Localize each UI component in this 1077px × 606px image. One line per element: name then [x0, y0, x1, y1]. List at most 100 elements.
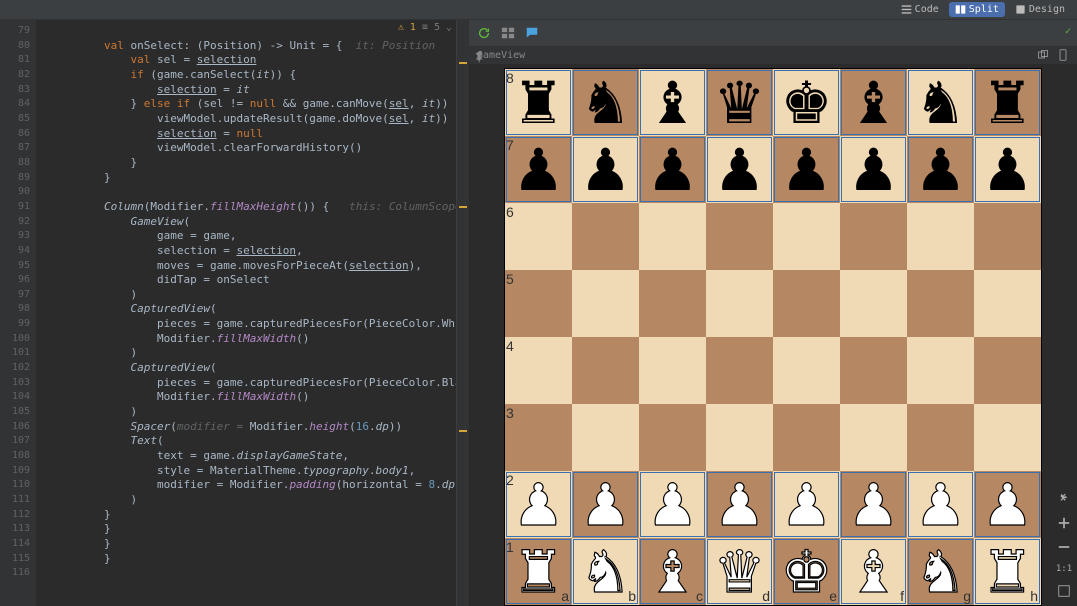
square-b1[interactable]: b♞ [572, 538, 639, 605]
piece-wP[interactable]: ♟ [915, 476, 967, 534]
piece-wB[interactable]: ♝ [848, 543, 900, 601]
preview-canvas[interactable]: 8♜♞♝♛♚♝♞♜7♟♟♟♟♟♟♟♟65432♟♟♟♟♟♟♟♟1a♜b♞c♝d♛… [469, 64, 1077, 606]
inspection-badges[interactable]: ⚠ 1 ≡ 5 ⌄ [398, 22, 452, 33]
square-f7[interactable]: ♟ [840, 136, 907, 203]
square-e8[interactable]: ♚ [773, 69, 840, 136]
square-e1[interactable]: e♚ [773, 538, 840, 605]
square-f4[interactable] [840, 337, 907, 404]
square-e4[interactable] [773, 337, 840, 404]
square-f2[interactable]: ♟ [840, 471, 907, 538]
square-a7[interactable]: 7♟ [505, 136, 572, 203]
square-a4[interactable]: 4 [505, 337, 572, 404]
square-b4[interactable] [572, 337, 639, 404]
piece-bB[interactable]: ♝ [848, 74, 900, 132]
code-area[interactable]: val onSelect: (Position) -> Unit = { it:… [36, 20, 468, 606]
square-b7[interactable]: ♟ [572, 136, 639, 203]
code-editor[interactable]: 79 80 81 82 83 84 85 86 87 88 89 90 91 9… [0, 20, 469, 606]
view-mode-code[interactable]: Code [895, 2, 945, 17]
piece-wP[interactable]: ♟ [647, 476, 699, 534]
square-h5[interactable] [974, 270, 1041, 337]
square-g8[interactable]: ♞ [907, 69, 974, 136]
square-h4[interactable] [974, 337, 1041, 404]
piece-bQ[interactable]: ♛ [714, 74, 766, 132]
view-mode-split[interactable]: Split [949, 2, 1005, 17]
chess-board[interactable]: 8♜♞♝♛♚♝♞♜7♟♟♟♟♟♟♟♟65432♟♟♟♟♟♟♟♟1a♜b♞c♝d♛… [504, 68, 1042, 606]
chat-icon[interactable] [525, 26, 539, 40]
detach-icon[interactable] [1037, 49, 1049, 61]
piece-wN[interactable]: ♞ [580, 543, 632, 601]
square-a5[interactable]: 5 [505, 270, 572, 337]
square-e2[interactable]: ♟ [773, 471, 840, 538]
chevron-down-icon[interactable]: ⌄ [446, 22, 452, 33]
piece-wR[interactable]: ♜ [513, 543, 565, 601]
square-f1[interactable]: f♝ [840, 538, 907, 605]
zoom-in-icon[interactable] [1057, 516, 1071, 530]
piece-wP[interactable]: ♟ [781, 476, 833, 534]
square-b2[interactable]: ♟ [572, 471, 639, 538]
piece-bR[interactable]: ♜ [513, 74, 565, 132]
piece-bP[interactable]: ♟ [580, 141, 632, 199]
square-d7[interactable]: ♟ [706, 136, 773, 203]
square-b8[interactable]: ♞ [572, 69, 639, 136]
square-h6[interactable] [974, 203, 1041, 270]
piece-bN[interactable]: ♞ [915, 74, 967, 132]
square-c1[interactable]: c♝ [639, 538, 706, 605]
square-e6[interactable] [773, 203, 840, 270]
zoom-level[interactable]: 1:1 [1056, 564, 1072, 574]
square-c5[interactable] [639, 270, 706, 337]
square-c2[interactable]: ♟ [639, 471, 706, 538]
piece-wN[interactable]: ♞ [915, 543, 967, 601]
square-g2[interactable]: ♟ [907, 471, 974, 538]
piece-wP[interactable]: ♟ [513, 476, 565, 534]
piece-wP[interactable]: ♟ [848, 476, 900, 534]
square-c6[interactable] [639, 203, 706, 270]
square-d2[interactable]: ♟ [706, 471, 773, 538]
square-h2[interactable]: ♟ [974, 471, 1041, 538]
piece-bP[interactable]: ♟ [647, 141, 699, 199]
piece-wQ[interactable]: ♛ [714, 543, 766, 601]
piece-bP[interactable]: ♟ [915, 141, 967, 199]
square-g7[interactable]: ♟ [907, 136, 974, 203]
square-h3[interactable] [974, 404, 1041, 471]
square-d1[interactable]: d♛ [706, 538, 773, 605]
square-g6[interactable] [907, 203, 974, 270]
square-e7[interactable]: ♟ [773, 136, 840, 203]
square-a8[interactable]: 8♜ [505, 69, 572, 136]
square-h8[interactable]: ♜ [974, 69, 1041, 136]
square-c4[interactable] [639, 337, 706, 404]
square-a1[interactable]: 1a♜ [505, 538, 572, 605]
piece-bP[interactable]: ♟ [781, 141, 833, 199]
piece-wB[interactable]: ♝ [647, 543, 699, 601]
square-d4[interactable] [706, 337, 773, 404]
square-e3[interactable] [773, 404, 840, 471]
pin-icon[interactable] [473, 50, 487, 64]
refresh-icon[interactable] [477, 26, 491, 40]
piece-bK[interactable]: ♚ [781, 74, 833, 132]
layout-icon[interactable] [501, 26, 515, 40]
piece-bN[interactable]: ♞ [580, 74, 632, 132]
piece-wP[interactable]: ♟ [982, 476, 1034, 534]
square-b6[interactable] [572, 203, 639, 270]
view-mode-design[interactable]: Design [1009, 2, 1071, 17]
piece-bR[interactable]: ♜ [982, 74, 1034, 132]
square-d3[interactable] [706, 404, 773, 471]
piece-bB[interactable]: ♝ [647, 74, 699, 132]
square-g3[interactable] [907, 404, 974, 471]
piece-bP[interactable]: ♟ [513, 141, 565, 199]
square-b3[interactable] [572, 404, 639, 471]
zoom-out-icon[interactable] [1057, 540, 1071, 554]
piece-wR[interactable]: ♜ [982, 543, 1034, 601]
square-f3[interactable] [840, 404, 907, 471]
square-c7[interactable]: ♟ [639, 136, 706, 203]
pan-icon[interactable] [1057, 492, 1071, 506]
square-b5[interactable] [572, 270, 639, 337]
square-d5[interactable] [706, 270, 773, 337]
square-g4[interactable] [907, 337, 974, 404]
square-a3[interactable]: 3 [505, 404, 572, 471]
piece-bP[interactable]: ♟ [848, 141, 900, 199]
square-f6[interactable] [840, 203, 907, 270]
piece-wK[interactable]: ♚ [781, 543, 833, 601]
piece-wP[interactable]: ♟ [580, 476, 632, 534]
device-icon[interactable] [1057, 49, 1069, 61]
square-a6[interactable]: 6 [505, 203, 572, 270]
